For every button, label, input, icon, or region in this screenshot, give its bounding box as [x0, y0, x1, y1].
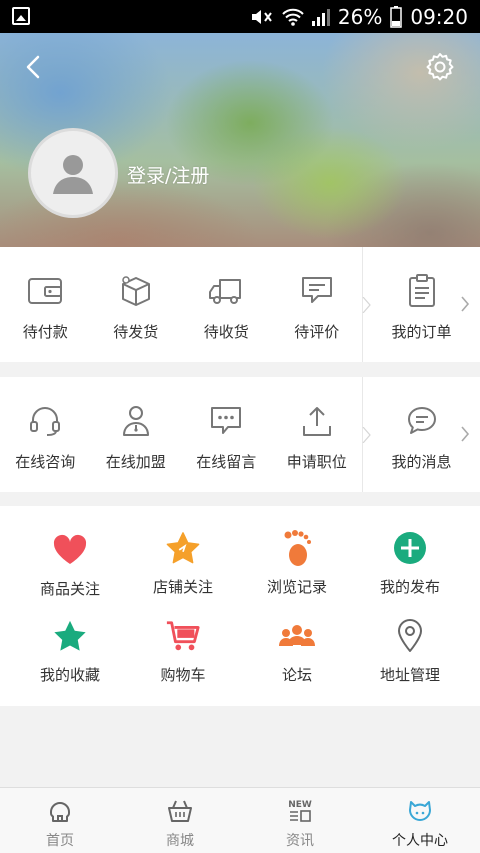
product-follow-label: 商品关注	[39, 580, 100, 598]
back-button[interactable]	[20, 53, 48, 81]
apply-job-button[interactable]: 申请职位	[272, 377, 363, 492]
order-pending-payment-label: 待付款	[22, 323, 68, 341]
online-consult-button[interactable]: 在线咨询	[0, 377, 91, 492]
chevron-left-icon	[26, 55, 40, 79]
footprint-icon	[284, 530, 311, 566]
news-icon-text: NEW	[288, 800, 312, 810]
profile-header: 登录/注册	[0, 33, 480, 247]
order-pending-shipment[interactable]: 待发货	[91, 247, 182, 362]
status-bar-right: 26% 09:20	[250, 0, 468, 33]
news-icon: NEW	[287, 798, 313, 824]
settings-button[interactable]	[424, 51, 456, 83]
chevron-right-icon	[461, 296, 470, 312]
address-manage-button[interactable]: 地址管理	[350, 618, 470, 685]
tab-profile[interactable]: 个人中心	[360, 788, 480, 853]
chat-bubble-icon	[407, 407, 436, 434]
user-silhouette-icon	[53, 155, 93, 194]
truck-icon	[209, 279, 242, 304]
my-messages-button[interactable]: 我的消息	[362, 377, 480, 492]
location-pin-icon	[398, 619, 422, 652]
mute-icon	[251, 9, 272, 24]
online-message-button[interactable]: 在线留言	[181, 377, 272, 492]
my-favorites-button[interactable]: 我的收藏	[10, 618, 130, 685]
battery-icon	[390, 5, 403, 28]
browse-history-button[interactable]: 浏览记录	[237, 530, 357, 597]
shop-follow-label: 店铺关注	[152, 578, 213, 596]
wallet-icon	[28, 278, 63, 304]
plus-circle-icon	[394, 532, 426, 564]
gear-icon	[426, 53, 454, 81]
upload-icon	[302, 407, 331, 436]
tab-news-label: 资讯	[286, 833, 314, 849]
group-icon	[279, 625, 315, 646]
headset-icon	[30, 407, 61, 436]
divider-notch	[362, 427, 371, 443]
my-posts-label: 我的发布	[379, 578, 440, 596]
order-pending-review[interactable]: 待评价	[272, 247, 363, 362]
features-grid: 商品关注 店铺关注 浏览记录 我的发布 我的收藏 购物车 论坛 地址管理	[0, 506, 480, 706]
bottom-tab-bar: 首页 商城 NEW 资讯 个人中心	[0, 787, 480, 853]
star-filled-icon	[54, 620, 86, 651]
tab-news[interactable]: NEW 资讯	[240, 788, 360, 853]
package-icon	[121, 276, 150, 306]
my-orders-label: 我的订单	[391, 323, 452, 341]
order-pending-payment[interactable]: 待付款	[0, 247, 91, 362]
my-messages-label: 我的消息	[391, 453, 452, 471]
star-icon	[166, 532, 200, 564]
browse-history-label: 浏览记录	[266, 578, 327, 596]
clock: 09:20	[410, 4, 468, 29]
my-favorites-label: 我的收藏	[39, 666, 100, 684]
my-orders-button[interactable]: 我的订单	[362, 247, 480, 362]
order-pending-shipment-label: 待发货	[113, 323, 159, 341]
battery-percent: 26%	[337, 4, 383, 29]
comment-icon	[301, 277, 332, 303]
cart-icon	[166, 621, 200, 651]
online-join-button[interactable]: 在线加盟	[91, 377, 182, 492]
tab-home-label: 首页	[46, 833, 74, 849]
order-pending-review-label: 待评价	[294, 323, 340, 341]
tab-profile-label: 个人中心	[392, 833, 448, 849]
services-row: 在线咨询 在线加盟 在线留言 申请职位 我的消息	[0, 377, 480, 492]
order-list-icon	[408, 274, 435, 307]
order-status-row: 待付款 待发货 待收货 待评价 我的订单	[0, 247, 480, 362]
cart-button[interactable]: 购物车	[123, 618, 243, 685]
person-join-icon	[122, 406, 149, 436]
order-pending-receipt[interactable]: 待收货	[181, 247, 272, 362]
signal-icon	[311, 8, 330, 26]
tab-home[interactable]: 首页	[0, 788, 120, 853]
heart-icon	[53, 534, 87, 564]
shop-follow-button[interactable]: 店铺关注	[123, 530, 243, 597]
cart-label: 购物车	[160, 666, 206, 684]
gallery-notification-icon	[12, 7, 30, 25]
chevron-right-icon	[461, 426, 470, 442]
online-join-label: 在线加盟	[105, 453, 166, 471]
status-bar: 26% 09:20	[0, 0, 480, 33]
login-register-link[interactable]: 登录/注册	[127, 161, 209, 188]
apply-job-label: 申请职位	[286, 453, 347, 471]
basket-icon	[168, 800, 192, 822]
message-dots-icon	[211, 407, 242, 434]
tab-mall[interactable]: 商城	[120, 788, 240, 853]
wifi-icon	[282, 8, 304, 26]
online-consult-label: 在线咨询	[15, 453, 76, 471]
home-icon	[49, 802, 71, 822]
forum-label: 论坛	[281, 666, 312, 684]
avatar[interactable]	[28, 128, 118, 218]
online-message-label: 在线留言	[196, 453, 257, 471]
my-posts-button[interactable]: 我的发布	[350, 530, 470, 597]
forum-button[interactable]: 论坛	[237, 618, 357, 685]
mascot-icon	[409, 801, 431, 821]
news-lines-icon	[290, 810, 311, 822]
product-follow-button[interactable]: 商品关注	[10, 532, 130, 599]
address-manage-label: 地址管理	[379, 666, 440, 684]
order-pending-receipt-label: 待收货	[203, 323, 249, 341]
divider-notch	[362, 297, 371, 313]
tab-mall-label: 商城	[166, 833, 194, 849]
